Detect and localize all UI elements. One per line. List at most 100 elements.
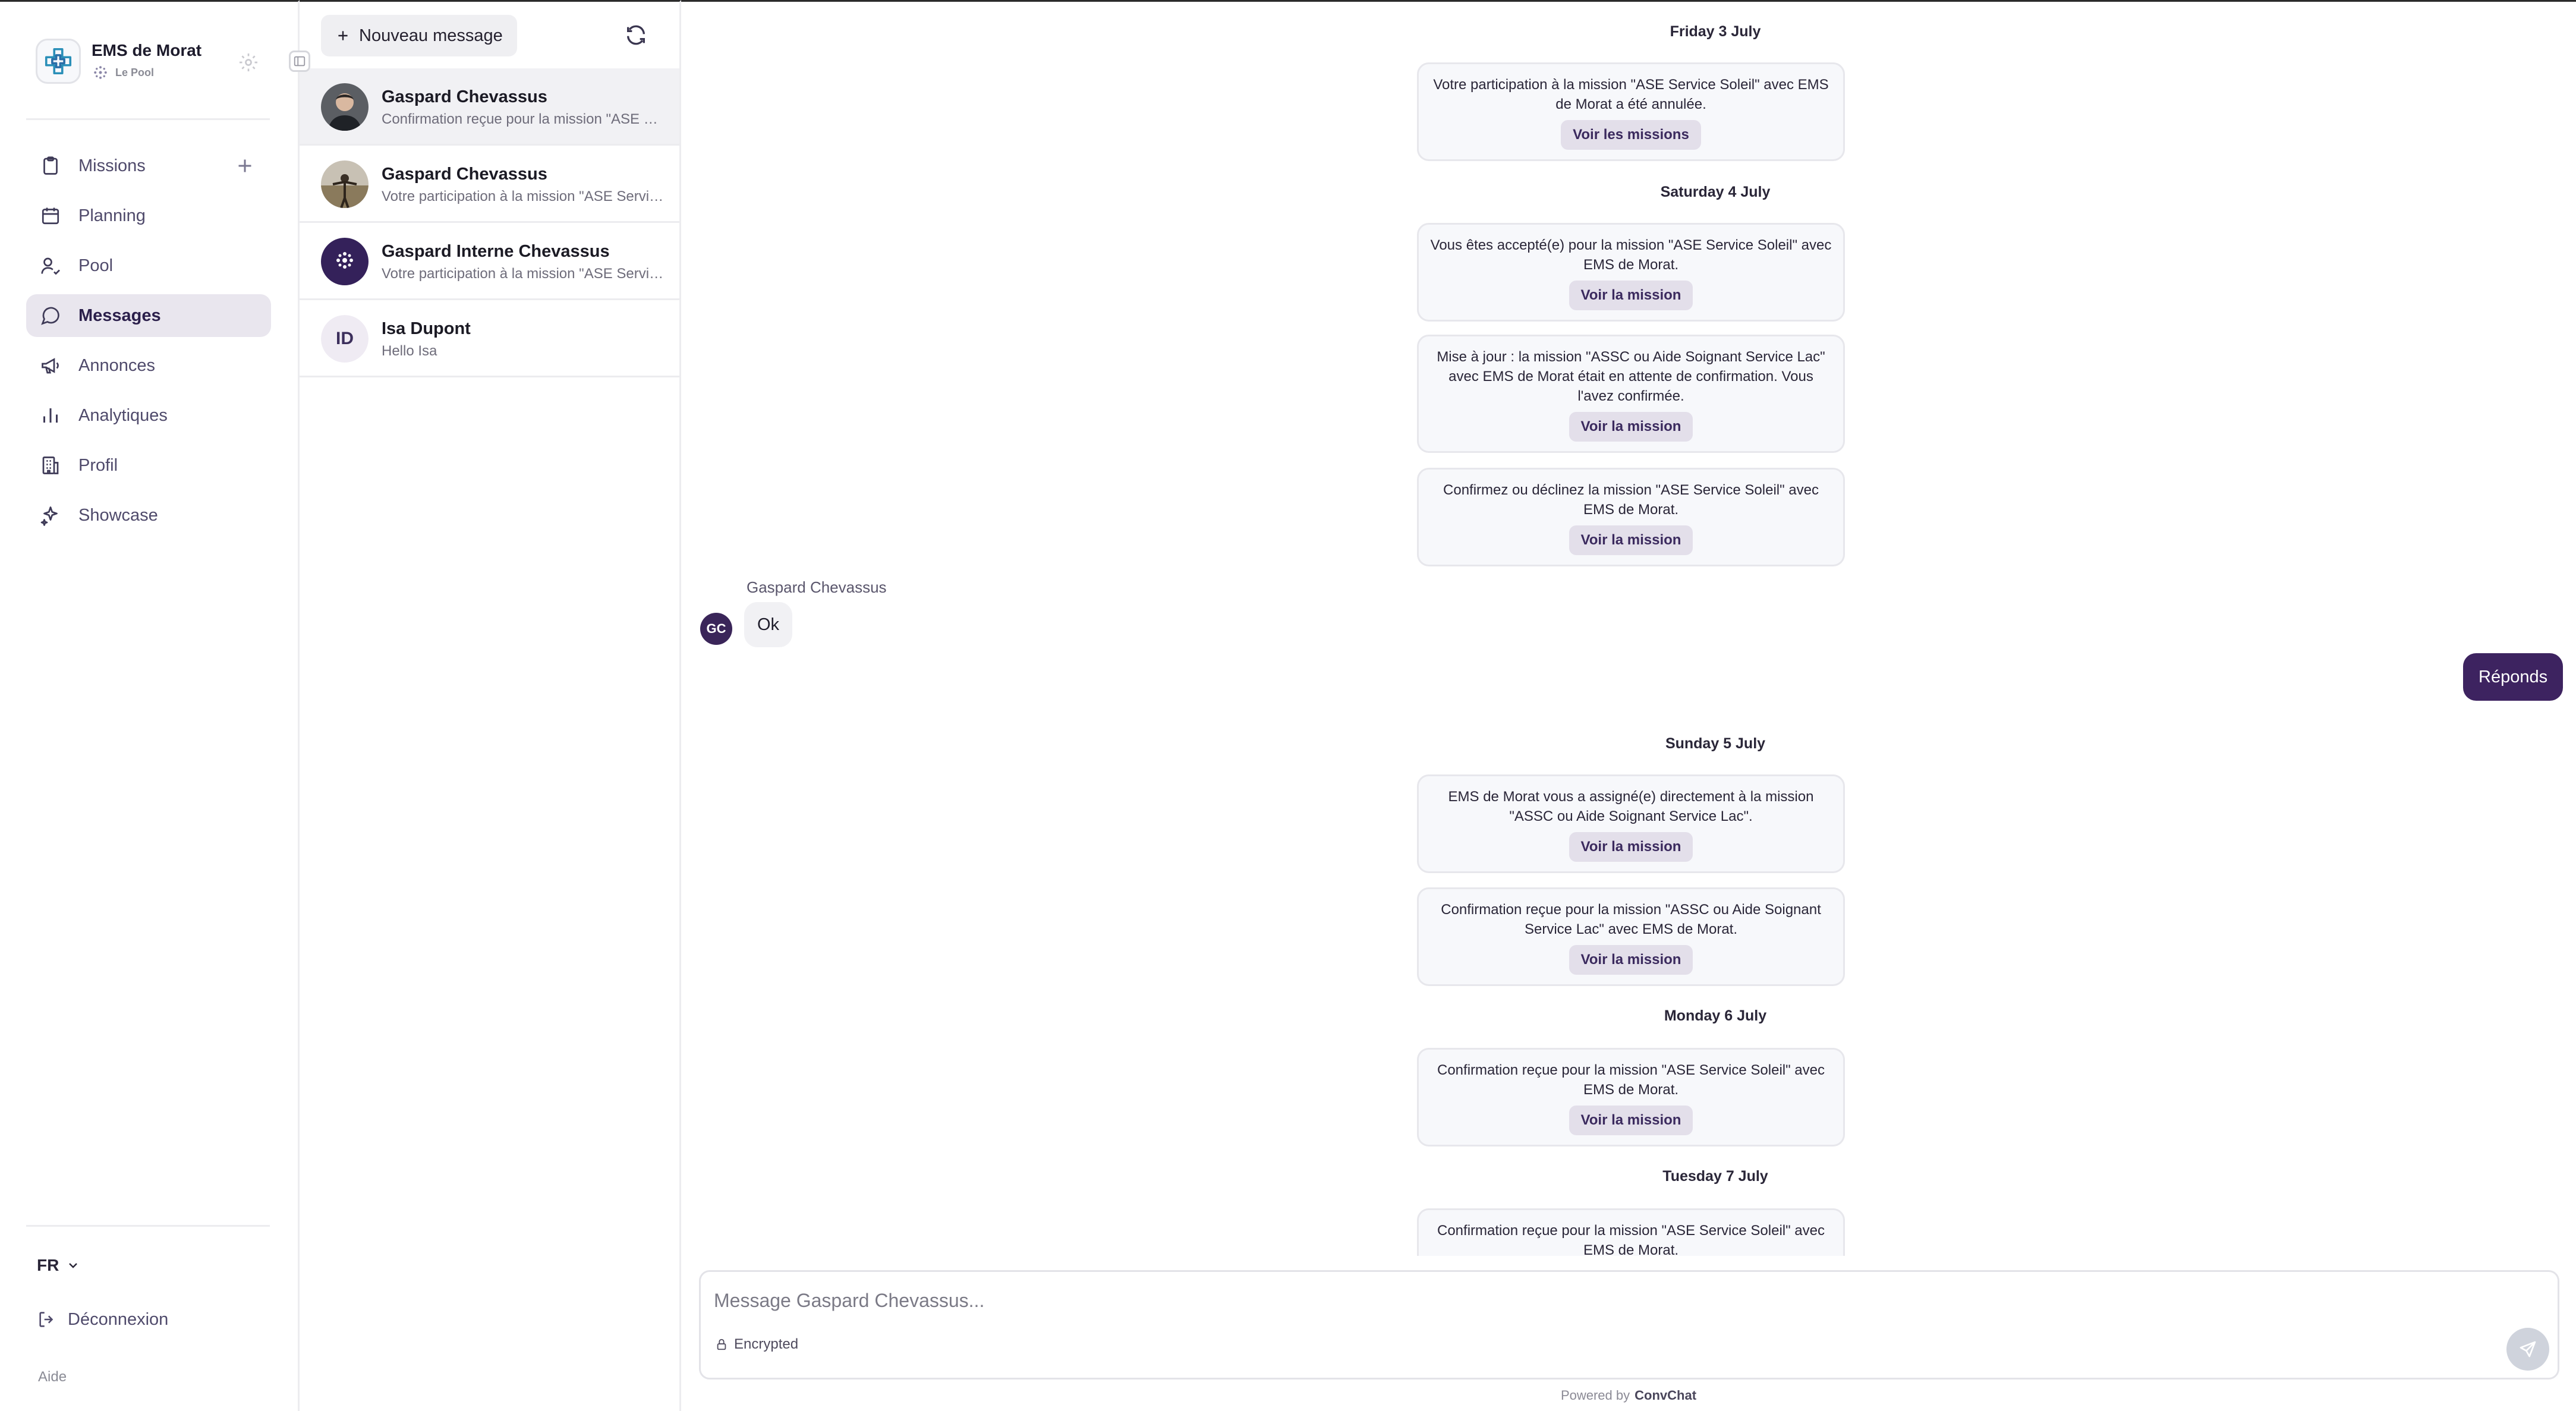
org-name: EMS de Morat — [92, 41, 202, 59]
gear-icon[interactable] — [238, 52, 259, 73]
brand-name[interactable]: ConvChat — [1635, 1388, 1696, 1403]
send-button[interactable] — [2506, 1328, 2549, 1371]
avatar — [321, 160, 369, 208]
sparkles-icon — [38, 503, 63, 528]
sidebar-item-showcase[interactable]: Showcase — [26, 494, 271, 537]
org-switcher[interactable]: EMS de Morat Le Pool — [36, 39, 267, 86]
system-message-card: Confirmez ou déclinez la mission "ASE Se… — [1417, 468, 1845, 566]
sidebar-item-missions[interactable]: Missions — [26, 144, 271, 187]
system-message-text: Confirmation reçue pour la mission "ASE … — [1437, 1223, 1825, 1256]
sidebar-item-label: Messages — [78, 305, 161, 325]
avatar: GC — [700, 613, 732, 645]
bar-chart-icon — [38, 403, 63, 428]
encryption-label: Encrypted — [734, 1336, 799, 1352]
conversation-item[interactable]: Gaspard Chevassus Confirmation reçue pou… — [300, 68, 679, 146]
help-link[interactable]: Aide — [38, 1369, 67, 1385]
chat-panel: Friday 3 July Votre participation à la m… — [681, 0, 2576, 1411]
sidebar-item-messages[interactable]: Messages — [26, 294, 271, 337]
logout-icon — [39, 1312, 53, 1327]
send-icon — [2520, 1341, 2536, 1358]
new-message-button[interactable]: Nouveau message — [321, 15, 517, 56]
system-message-card: Vous êtes accepté(e) pour la mission "AS… — [1417, 223, 1845, 322]
user-check-icon — [38, 253, 63, 278]
system-message-card: Confirmation reçue pour la mission "ASE … — [1417, 1208, 1845, 1256]
avatar: ID — [321, 315, 369, 363]
new-message-label: Nouveau message — [359, 26, 503, 45]
sidebar-item-label: Pool — [78, 256, 114, 275]
sidebar-item-label: Profil — [78, 455, 118, 475]
org-logo — [36, 39, 81, 84]
refresh-icon[interactable] — [624, 23, 648, 47]
date-separator: Sunday 5 July — [1665, 735, 1766, 752]
system-message-card: Votre participation à la mission "ASE Se… — [1417, 62, 1845, 161]
clipboard-icon — [38, 153, 63, 178]
view-mission-button[interactable]: Voir la mission — [1569, 832, 1693, 862]
conversation-name: Gaspard Chevassus — [382, 87, 547, 106]
plus-icon — [338, 31, 348, 40]
message-input[interactable] — [714, 1283, 2438, 1318]
view-mission-button[interactable]: Voir la mission — [1569, 412, 1693, 442]
language-selector[interactable]: FR — [37, 1256, 80, 1275]
sidebar-item-profil[interactable]: Profil — [26, 444, 271, 487]
system-message-text: Confirmez ou déclinez la mission "ASE Se… — [1443, 482, 1819, 518]
incoming-message-bubble: Ok — [744, 602, 793, 647]
system-message-text: Mise à jour : la mission "ASSC ou Aide S… — [1437, 349, 1825, 404]
sidebar-item-label: Analytiques — [78, 405, 168, 425]
message-composer: Encrypted — [699, 1270, 2559, 1379]
sidebar-item-pool[interactable]: Pool — [26, 244, 271, 287]
building-icon — [38, 453, 63, 478]
system-message-card: EMS de Morat vous a assigné(e) directeme… — [1417, 774, 1845, 873]
conversation-list-panel: Nouveau message Gaspard Chevassus Confir… — [300, 0, 681, 1411]
org-subtitle: Le Pool — [92, 64, 154, 81]
message-thread[interactable]: Friday 3 July Votre participation à la m… — [681, 2, 2576, 1256]
date-separator: Friday 3 July — [1670, 23, 1761, 40]
view-mission-button[interactable]: Voir la mission — [1569, 1106, 1693, 1135]
outgoing-message-bubble: Réponds — [2463, 653, 2564, 701]
view-mission-button[interactable]: Voir la mission — [1569, 281, 1693, 310]
org-subtitle-label: Le Pool — [115, 66, 155, 78]
date-separator: Tuesday 7 July — [1662, 1168, 1768, 1185]
sidebar-item-label: Missions — [78, 156, 146, 175]
sidebar-item-label: Planning — [78, 206, 146, 225]
chevron-down-icon — [69, 1263, 78, 1268]
collapse-sidebar-button[interactable] — [289, 51, 310, 72]
avatar — [321, 83, 369, 131]
date-separator: Monday 6 July — [1664, 1007, 1767, 1024]
language-label: FR — [37, 1256, 59, 1274]
conversation-preview: Hello Isa — [382, 343, 437, 359]
conversation-preview: Votre participation à la mission "ASE Se… — [382, 188, 666, 204]
sidebar-item-planning[interactable]: Planning — [26, 194, 271, 237]
conversation-preview: Votre participation à la mission "ASE Se… — [382, 266, 666, 282]
view-mission-button[interactable]: Voir la mission — [1569, 525, 1693, 555]
sidebar-item-analytiques[interactable]: Analytiques — [26, 394, 271, 437]
system-message-text: Vous êtes accepté(e) pour la mission "AS… — [1430, 237, 1832, 273]
conversation-item[interactable]: ID Isa Dupont Hello Isa — [300, 300, 679, 377]
conversation-name: Gaspard Interne Chevassus — [382, 242, 610, 261]
conversation-item[interactable]: Gaspard Chevassus Votre participation à … — [300, 146, 679, 223]
view-mission-button[interactable]: Voir la mission — [1569, 945, 1693, 975]
logout-button[interactable]: Déconnexion — [37, 1309, 168, 1330]
conversation-name: Gaspard Chevassus — [382, 165, 547, 184]
logout-label: Déconnexion — [68, 1309, 169, 1329]
system-message-text: Confirmation reçue pour la mission "ASE … — [1437, 1062, 1825, 1098]
message-sender-name: Gaspard Chevassus — [747, 578, 887, 596]
lock-icon — [717, 1338, 726, 1350]
system-message-text: EMS de Morat vous a assigné(e) directeme… — [1448, 789, 1814, 824]
conversation-item[interactable]: Gaspard Interne Chevassus Votre particip… — [300, 223, 679, 300]
sidebar-item-annonces[interactable]: Annonces — [26, 344, 271, 387]
sidebar-item-label: Annonces — [78, 355, 155, 375]
powered-by-label: Powered by — [1560, 1388, 1630, 1403]
message-circle-icon — [38, 303, 63, 328]
add-mission-icon[interactable] — [234, 155, 256, 177]
system-message-text: Confirmation reçue pour la mission "ASSC… — [1441, 902, 1821, 937]
conversation-preview: Confirmation reçue pour la mission "ASE … — [382, 111, 666, 127]
sidebar-divider — [26, 118, 270, 120]
megaphone-icon — [38, 353, 63, 378]
view-missions-button[interactable]: Voir les missions — [1561, 120, 1701, 150]
conversation-name: Isa Dupont — [382, 319, 471, 338]
system-message-card: Mise à jour : la mission "ASSC ou Aide S… — [1417, 335, 1845, 453]
powered-by-footer: Powered by ConvChat — [681, 1388, 2576, 1403]
avatar-initials: ID — [321, 315, 369, 363]
date-separator: Saturday 4 July — [1660, 184, 1771, 200]
system-message-card: Confirmation reçue pour la mission "ASE … — [1417, 1048, 1845, 1147]
